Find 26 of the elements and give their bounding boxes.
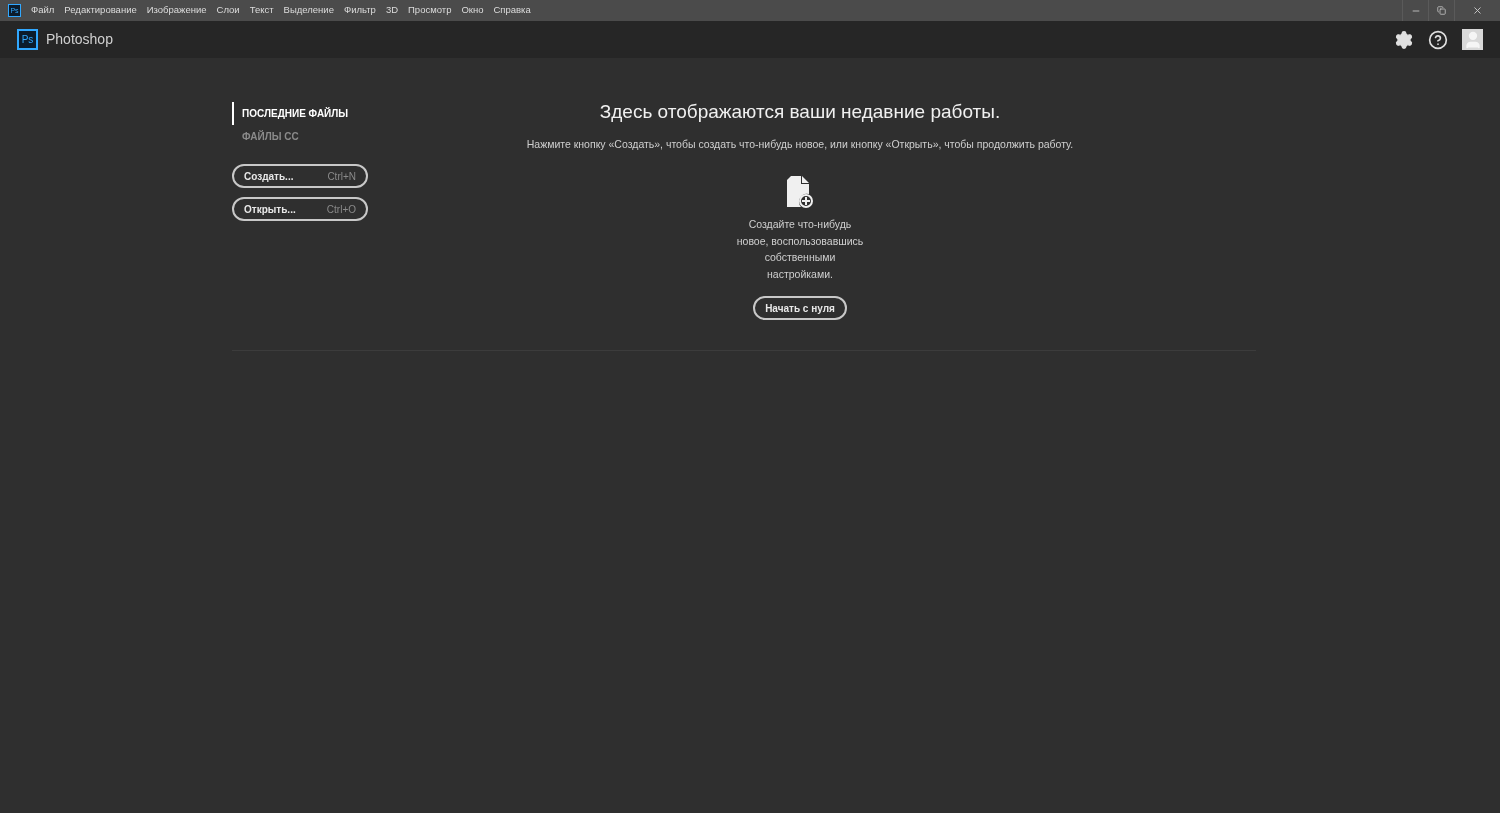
menu-item[interactable]: Окно bbox=[461, 3, 484, 18]
menu-item[interactable]: Файл bbox=[31, 3, 55, 18]
settings-icon[interactable] bbox=[1394, 29, 1414, 50]
menu-item[interactable]: Просмотр bbox=[408, 3, 452, 18]
sidebar-button[interactable]: Открыть... Ctrl+O bbox=[232, 197, 368, 221]
menu-item[interactable]: 3D bbox=[385, 3, 399, 18]
menu-item[interactable]: Выделение bbox=[283, 3, 334, 18]
photoshop-logo: Ps bbox=[17, 29, 38, 50]
menu-item[interactable]: Редактирование bbox=[64, 3, 137, 18]
start-from-scratch-button[interactable]: Начать с нуля bbox=[753, 296, 847, 321]
menu-item[interactable]: Фильтр bbox=[343, 3, 376, 18]
menu-item[interactable]: Изображение bbox=[146, 3, 207, 18]
app-title: Photoshop bbox=[46, 30, 113, 49]
help-icon[interactable] bbox=[1428, 29, 1448, 50]
close-icon bbox=[1472, 5, 1483, 16]
sidebar-tab[interactable]: ПОСЛЕДНИЕ ФАЙЛЫ bbox=[232, 102, 432, 125]
main-subtitle: Нажмите кнопку «Создать», чтобы создать что-нибудь новое, или кнопку «Открыть», чтобы продолжить работу. bbox=[526, 136, 1074, 152]
new-file-icon bbox=[787, 176, 813, 209]
menu-item[interactable]: Справка bbox=[493, 3, 531, 18]
menu-item[interactable]: Слои bbox=[216, 3, 240, 18]
sidebar-button[interactable]: Создать... Ctrl+N bbox=[232, 164, 368, 188]
main-heading: Здесь отображаются ваши недавние работы. bbox=[599, 100, 1001, 124]
sidebar-tab[interactable]: ФАЙЛЫ CC bbox=[232, 125, 432, 148]
menu-item[interactable]: Текст bbox=[249, 3, 274, 18]
create-description: Создайте что-нибудь новое, воспользовавшись собственными настройками. bbox=[735, 217, 865, 282]
restore-icon bbox=[1437, 6, 1446, 15]
